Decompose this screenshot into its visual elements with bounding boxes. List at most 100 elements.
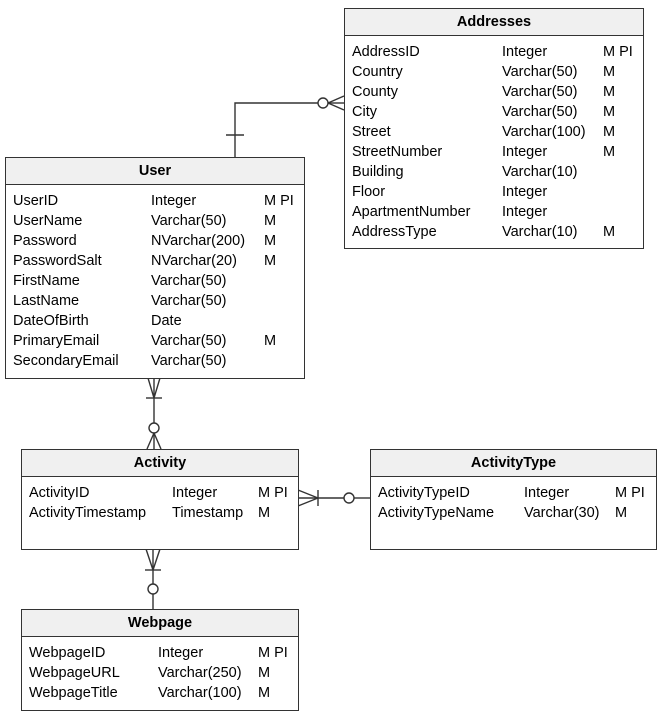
attribute-type: Varchar(50)	[151, 273, 227, 289]
attribute-type: Integer	[158, 645, 204, 661]
entity-activitytype[interactable]: ActivityType ActivityTypeID Integer M PI Act…	[370, 449, 657, 550]
attribute-row: SecondaryEmail Varchar(50)	[6, 351, 304, 371]
attribute-flags: M	[603, 224, 616, 240]
attribute-list: ActivityTypeID Integer M PI ActivityTypeNam…	[371, 477, 656, 523]
attribute-type: Integer	[502, 204, 548, 220]
attribute-type: Varchar(100)	[158, 685, 242, 701]
entity-title: Addresses	[345, 9, 643, 36]
rel-activity-webpage	[145, 548, 161, 609]
attribute-name: WebpageTitle	[29, 685, 118, 701]
attribute-type: NVarchar(20)	[151, 253, 237, 269]
attribute-type: Varchar(250)	[158, 665, 242, 681]
attribute-row: ActivityID Integer M PI	[22, 483, 298, 503]
attribute-type: Varchar(50)	[502, 104, 578, 120]
attribute-row: UserName Varchar(50) M	[6, 211, 304, 231]
entity-title: Webpage	[22, 610, 298, 637]
attribute-type: Integer	[502, 44, 548, 60]
attribute-flags: M PI	[615, 485, 645, 501]
attribute-row: County Varchar(50) M	[345, 82, 643, 102]
attribute-row: UserID Integer M PI	[6, 191, 304, 211]
attribute-type: Varchar(50)	[502, 64, 578, 80]
attribute-list: WebpageID Integer M PI WebpageURL Varchar(25…	[22, 637, 298, 703]
entity-title: Activity	[22, 450, 298, 477]
attribute-flags: M	[264, 333, 277, 349]
attribute-type: Varchar(50)	[151, 213, 227, 229]
rel-user-activity	[146, 377, 162, 450]
attribute-row: LastName Varchar(50)	[6, 291, 304, 311]
attribute-row: PrimaryEmail Varchar(50) M	[6, 331, 304, 351]
attribute-name: AddressID	[352, 44, 420, 60]
rel-activity-activitytype	[297, 489, 370, 507]
attribute-name: FirstName	[13, 273, 80, 289]
attribute-row: Floor Integer	[345, 182, 643, 202]
attribute-flags: M	[603, 124, 616, 140]
attribute-row: WebpageID Integer M PI	[22, 643, 298, 663]
attribute-list: AddressID Integer M PI Country Varchar(50) M C…	[345, 36, 643, 242]
attribute-name: LastName	[13, 293, 80, 309]
attribute-name: Building	[352, 164, 404, 180]
attribute-name: UserID	[13, 193, 59, 209]
attribute-type: Varchar(10)	[502, 224, 578, 240]
entity-user[interactable]: User UserID Integer M PI UserName Varchar(50)…	[5, 157, 305, 379]
attribute-flags: M PI	[603, 44, 633, 60]
attribute-name: City	[352, 104, 377, 120]
attribute-flags: M PI	[258, 485, 288, 501]
attribute-name: PasswordSalt	[13, 253, 102, 269]
attribute-name: ApartmentNumber	[352, 204, 471, 220]
attribute-name: WebpageID	[29, 645, 106, 661]
attribute-name: County	[352, 84, 398, 100]
attribute-name: PrimaryEmail	[13, 333, 100, 349]
attribute-row: Password NVarchar(200) M	[6, 231, 304, 251]
attribute-type: Varchar(50)	[502, 84, 578, 100]
attribute-name: StreetNumber	[352, 144, 443, 160]
entity-activity[interactable]: Activity ActivityID Integer M PI ActivityTim…	[21, 449, 299, 550]
attribute-flags: M	[603, 84, 616, 100]
attribute-name: WebpageURL	[29, 665, 120, 681]
attribute-row: ActivityTypeID Integer M PI	[371, 483, 656, 503]
attribute-name: ActivityID	[29, 485, 90, 501]
attribute-row: City Varchar(50) M	[345, 102, 643, 122]
attribute-name: DateOfBirth	[13, 313, 89, 329]
attribute-type: Varchar(50)	[151, 333, 227, 349]
attribute-type: Integer	[524, 485, 570, 501]
attribute-name: ActivityTypeName	[378, 505, 495, 521]
attribute-list: ActivityID Integer M PI ActivityTimestamp Ti…	[22, 477, 298, 523]
attribute-type: Varchar(50)	[151, 353, 227, 369]
attribute-row: Building Varchar(10)	[345, 162, 643, 182]
attribute-flags: M	[603, 64, 616, 80]
attribute-name: Street	[352, 124, 391, 140]
attribute-flags: M	[258, 685, 271, 701]
attribute-type: Date	[151, 313, 182, 329]
attribute-flags: M	[603, 144, 616, 160]
attribute-row: AddressID Integer M PI	[345, 42, 643, 62]
attribute-row: AddressType Varchar(10) M	[345, 222, 643, 242]
attribute-type: Varchar(30)	[524, 505, 600, 521]
entity-title: User	[6, 158, 304, 185]
attribute-name: ActivityTimestamp	[29, 505, 147, 521]
attribute-row: WebpageURL Varchar(250) M	[22, 663, 298, 683]
attribute-row: WebpageTitle Varchar(100) M	[22, 683, 298, 703]
attribute-flags: M	[258, 665, 271, 681]
attribute-type: Integer	[502, 184, 548, 200]
attribute-row: Country Varchar(50) M	[345, 62, 643, 82]
attribute-row: ApartmentNumber Integer	[345, 202, 643, 222]
attribute-flags: M	[258, 505, 271, 521]
attribute-name: AddressType	[352, 224, 437, 240]
attribute-type: Varchar(100)	[502, 124, 586, 140]
attribute-row: Street Varchar(100) M	[345, 122, 643, 142]
entity-addresses[interactable]: Addresses AddressID Integer M PI Country Varc…	[344, 8, 644, 249]
attribute-flags: M PI	[264, 193, 294, 209]
attribute-row: ActivityTypeName Varchar(30) M	[371, 503, 656, 523]
attribute-name: ActivityTypeID	[378, 485, 470, 501]
attribute-type: Integer	[151, 193, 197, 209]
attribute-type: NVarchar(200)	[151, 233, 246, 249]
attribute-type: Varchar(10)	[502, 164, 578, 180]
attribute-row: PasswordSalt NVarchar(20) M	[6, 251, 304, 271]
attribute-flags: M	[264, 213, 277, 229]
attribute-list: UserID Integer M PI UserName Varchar(50) M Pas…	[6, 185, 304, 371]
attribute-name: SecondaryEmail	[13, 353, 119, 369]
entity-webpage[interactable]: Webpage WebpageID Integer M PI WebpageURL Var…	[21, 609, 299, 711]
attribute-name: Floor	[352, 184, 386, 200]
attribute-row: FirstName Varchar(50)	[6, 271, 304, 291]
attribute-name: Country	[352, 64, 403, 80]
